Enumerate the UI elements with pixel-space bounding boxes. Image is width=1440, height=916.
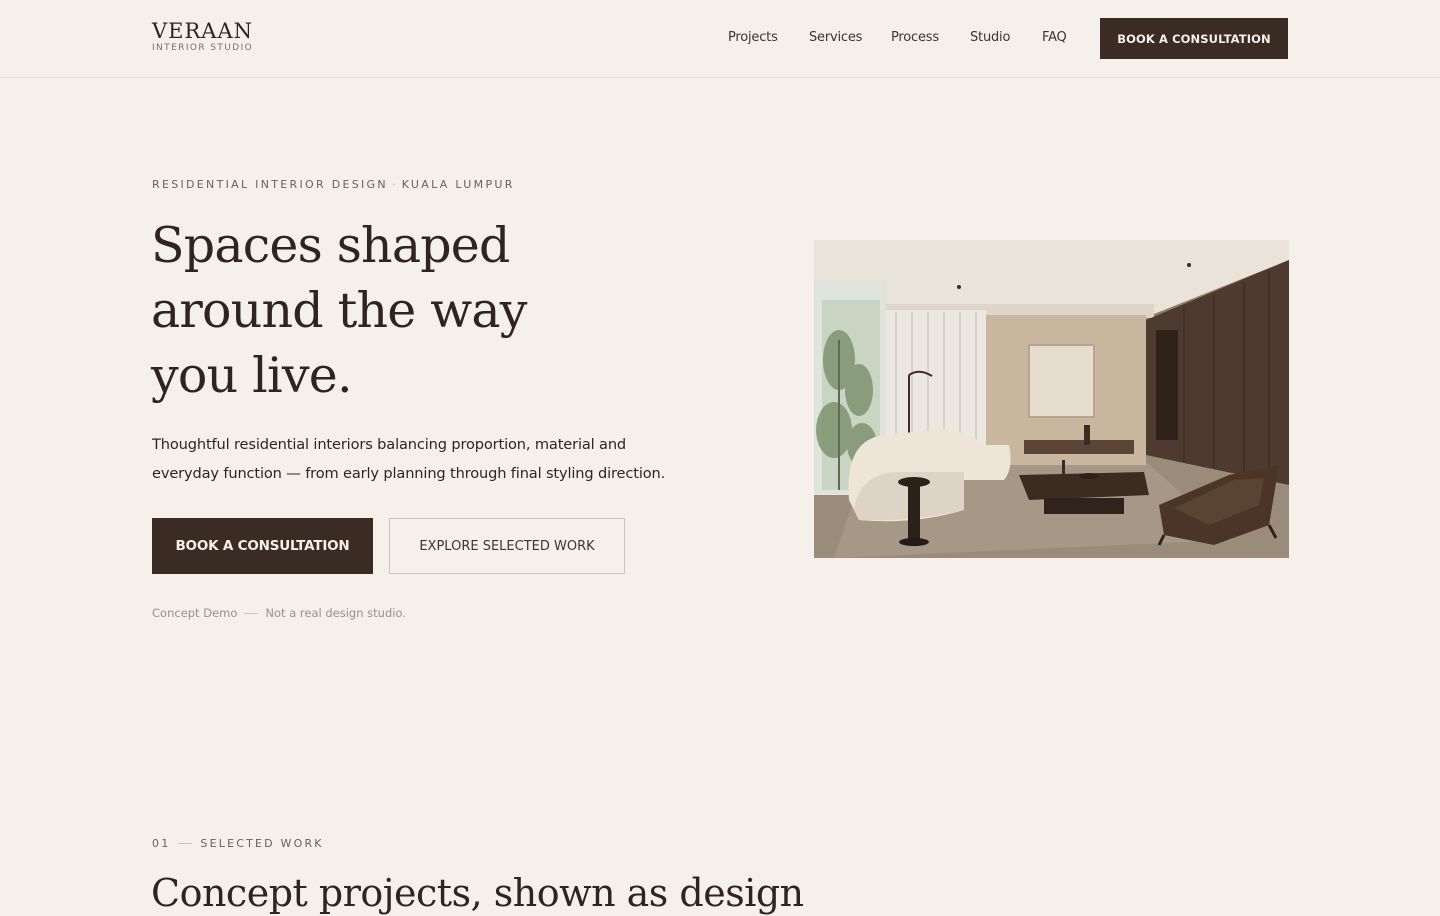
nav-item-services[interactable]: Services <box>809 30 862 45</box>
nav-item-faq[interactable]: FAQ <box>1042 30 1067 45</box>
headline-line: around the way <box>151 282 527 339</box>
section-number: 01 <box>152 837 171 850</box>
description-line: Thoughtful residential interiors balanci… <box>152 436 627 453</box>
headline-line: Spaces shaped <box>151 217 510 274</box>
book-consultation-button[interactable]: BOOK A CONSULTATION <box>152 518 373 574</box>
section-heading: Concept projects, shown as design <box>151 871 804 915</box>
demo-note-label: Concept Demo <box>152 606 238 620</box>
headline-line: you live. <box>151 347 353 404</box>
demo-disclaimer: Concept Demo Not a real design studio. <box>152 606 406 620</box>
eyebrow-location: KUALA LUMPUR <box>401 178 515 191</box>
hero-description: Thoughtful residential interiors balanci… <box>152 430 712 488</box>
section-divider <box>178 843 193 844</box>
living-room-photo <box>814 240 1289 558</box>
nav-item-process[interactable]: Process <box>891 30 939 45</box>
hero-headline: Spaces shaped around the way you live. <box>151 213 651 408</box>
eyebrow-service: RESIDENTIAL INTERIOR DESIGN <box>152 178 388 191</box>
section-eyebrow: 01 SELECTED WORK <box>152 837 324 850</box>
explore-work-button[interactable]: EXPLORE SELECTED WORK <box>389 518 625 574</box>
section-label: SELECTED WORK <box>200 837 324 850</box>
site-header: VERAAN INTERIOR STUDIO Projects Services… <box>0 0 1440 78</box>
demo-note-divider <box>244 612 259 614</box>
eyebrow-separator: · <box>391 178 398 191</box>
living-room-illustration <box>814 240 1289 558</box>
hero-eyebrow: RESIDENTIAL INTERIOR DESIGN · KUALA LUMPUR <box>152 178 515 191</box>
nav-item-projects[interactable]: Projects <box>728 30 778 45</box>
demo-note-text: Not a real design studio. <box>265 606 406 620</box>
header-consultation-button[interactable]: BOOK A CONSULTATION <box>1100 18 1288 59</box>
nav-item-studio[interactable]: Studio <box>970 30 1010 45</box>
description-line: everyday function — from early planning … <box>152 465 666 482</box>
